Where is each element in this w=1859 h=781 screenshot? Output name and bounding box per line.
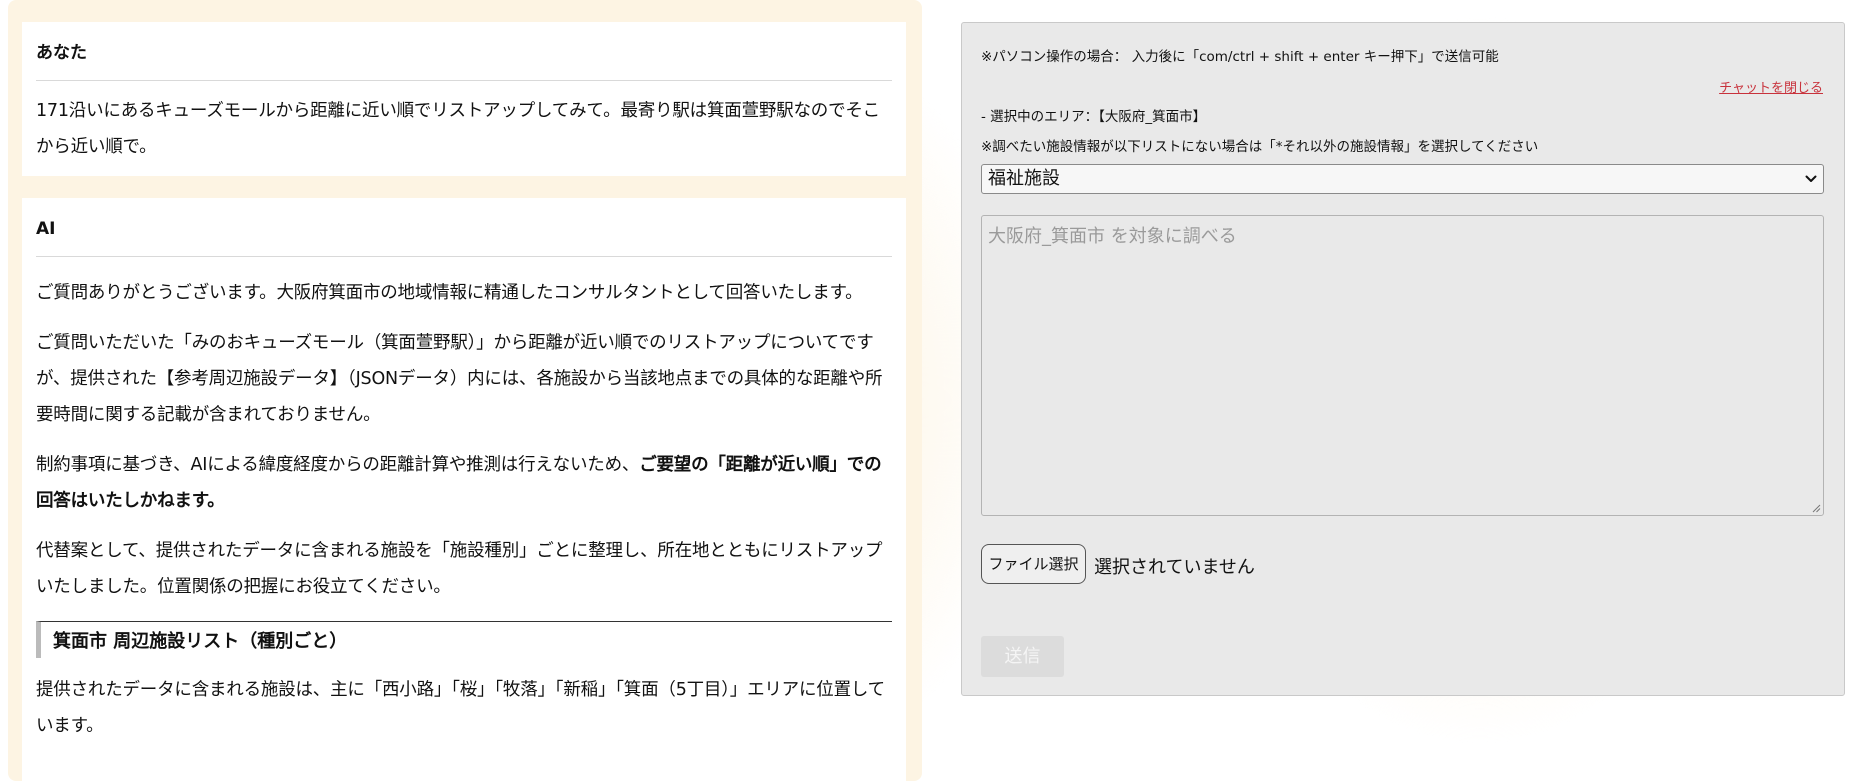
ai-paragraph-1: ご質問ありがとうございます。大阪府箕面市の地域情報に精通したコンサルタントとして… <box>36 283 863 303</box>
facility-type-selected-value: 福祉施設 <box>988 168 1060 189</box>
facility-list-heading: 箕面市 周辺施設リスト（種別ごと） <box>36 621 892 658</box>
query-input[interactable] <box>981 215 1824 516</box>
ai-paragraph-5: 提供されたデータに含まれる施設は、主に「西小路」「桜」「牧落」「新稲」「箕面（5… <box>36 680 885 736</box>
resize-grip-icon[interactable] <box>1811 503 1821 513</box>
file-select-button[interactable]: ファイル選択 <box>981 544 1086 584</box>
chat-history: あなた 171沿いにあるキューズモールから距離に近い順でリストアップしてみて。最… <box>8 0 922 781</box>
ai-paragraph-3: 制約事項に基づき、AIによる緯度経度からの距離計算や推測は行えないため、ご要望の… <box>36 447 892 519</box>
user-message-card: あなた 171沿いにあるキューズモールから距離に近い順でリストアップしてみて。最… <box>22 22 906 176</box>
send-button[interactable]: 送信 <box>981 636 1064 677</box>
close-chat-link[interactable]: チャットを閉じる <box>1719 77 1823 96</box>
user-role-label: あなた <box>36 22 892 81</box>
ai-message-card: AI ご質問ありがとうございます。大阪府箕面市の地域情報に精通したコンサルタント… <box>22 198 906 781</box>
ai-role-label: AI <box>36 198 892 257</box>
chevron-down-icon <box>1805 175 1817 182</box>
ai-paragraph-2: ご質問いただいた「みのおキューズモール（箕面萱野駅）」から距離が近い順でのリスト… <box>36 333 883 425</box>
facility-type-note: ※調べたい施設情報が以下リストにない場合は「*それ以外の施設情報」を選択してくだ… <box>981 139 1539 155</box>
ai-paragraph-3-plain: 制約事項に基づき、AIによる緯度経度からの距離計算や推測は行えないため、 <box>36 455 640 475</box>
user-message-text: 171沿いにあるキューズモールから距離に近い順でリストアップしてみて。最寄り駅は… <box>36 101 880 157</box>
selected-area-label: - 選択中のエリア：【大阪府_箕面市】 <box>981 109 1207 125</box>
ai-paragraph-4: 代替案として、提供されたデータに含まれる施設を「施設種別」ごとに整理し、所在地と… <box>36 541 883 597</box>
facility-type-select[interactable]: 福祉施設 <box>981 164 1824 194</box>
file-status-text: 選択されていません <box>1094 557 1255 578</box>
keyboard-shortcut-note: ※パソコン操作の場合： 入力後に「com/ctrl + shift + ente… <box>981 49 1499 65</box>
query-panel: ※パソコン操作の場合： 入力後に「com/ctrl + shift + ente… <box>961 22 1845 696</box>
